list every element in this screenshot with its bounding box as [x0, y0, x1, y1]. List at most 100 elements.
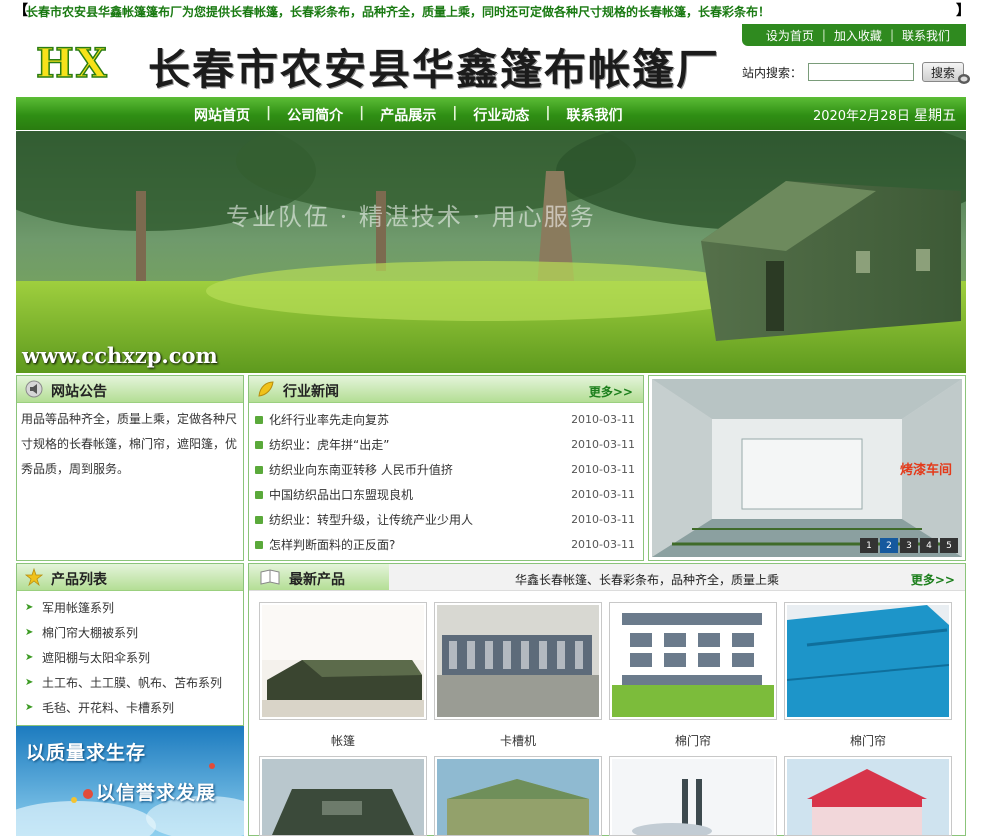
product-list-header: 产品列表 [17, 564, 243, 591]
product-thumb[interactable] [434, 756, 602, 836]
product-category-label[interactable]: 军用帐篷系列 [42, 599, 114, 616]
product-image-green-tent [437, 759, 599, 835]
arrow-bullet-icon: ➤ [25, 652, 34, 663]
news-item-date: 2010-03-11 [571, 463, 635, 476]
product-thumb[interactable] [609, 756, 777, 836]
nav-about[interactable]: 公司简介 [287, 105, 343, 125]
product-category-item[interactable]: ➤ 遮阳棚与太阳伞系列 [25, 645, 243, 670]
latest-products-tagline: 华鑫长春帐篷、长春彩条布，品种齐全，质量上乘 [515, 573, 780, 587]
product-category-item[interactable]: ➤ 棉门帘大棚被系列 [25, 620, 243, 645]
slogan-ad[interactable]: 以质量求生存 以信誉求发展 [16, 726, 244, 836]
leaf-icon [258, 381, 274, 397]
product-caption[interactable]: 卡槽机 [434, 732, 602, 749]
slider-dot-1[interactable]: 1 [860, 538, 878, 553]
news-more-link[interactable]: 更多>> [589, 383, 633, 400]
banner-scene [16, 131, 966, 373]
showcase-image[interactable]: 烤漆车间 1 2 3 4 5 [652, 379, 962, 557]
product-image-red-canopy [787, 759, 949, 835]
top-marquee-bar: 【 长春市农安县华鑫帐篷篷布厂为您提供长春帐篷，长春彩条布，品种齐全，质量上乘，… [0, 0, 993, 20]
date-text: 2020年2月28日 [812, 109, 910, 124]
product-category-item[interactable]: ➤ 军用帐篷系列 [25, 595, 243, 620]
banner-slogan: 专业队伍 · 精湛技术 · 用心服务 [226, 203, 596, 231]
news-item-title[interactable]: 纺织业向东南亚转移 人民币升值挤 [269, 461, 453, 478]
marquee-text[interactable]: 长春市农安县华鑫帐篷篷布厂为您提供长春帐篷，长春彩条布，品种齐全，质量上乘，同时… [26, 3, 770, 20]
product-thumb[interactable] [259, 756, 427, 836]
bullet-icon [255, 515, 263, 524]
news-item[interactable]: 纺织业：虎年拼“出走” 2010-03-11 [255, 432, 643, 457]
bullet-icon [255, 490, 263, 499]
showcase-slider: 烤漆车间 1 2 3 4 5 [648, 375, 966, 561]
product-thumb[interactable] [434, 602, 602, 720]
news-item-title[interactable]: 中国纺织品出口东盟现良机 [269, 486, 413, 503]
nav-items: 网站首页 | 公司简介 | 产品展示 | 行业动态 | 联系我们 [194, 105, 623, 125]
latest-products-more-link[interactable]: 更多>> [911, 571, 955, 588]
latest-products-title: 最新产品 [289, 572, 345, 588]
nav-home[interactable]: 网站首页 [194, 105, 250, 125]
product-category-label[interactable]: 土工布、土工膜、帆布、苫布系列 [42, 674, 222, 691]
logo-hx[interactable]: HX [35, 39, 109, 88]
arrow-bullet-icon: ➤ [25, 602, 34, 613]
set-homepage-link[interactable]: 设为首页 [758, 27, 822, 44]
nav-industry[interactable]: 行业动态 [473, 105, 529, 125]
marquee-bracket-right: 】 [956, 3, 970, 19]
product-thumb[interactable] [259, 602, 427, 720]
news-header: 行业新闻 更多>> [249, 376, 643, 403]
product-list-panel: 产品列表 ➤ 军用帐篷系列 ➤ 棉门帘大棚被系列 ➤ 遮阳棚与太阳伞系列 ➤ 土工布、土… [16, 563, 244, 726]
latest-products-panel: 最新产品 华鑫长春帐篷、长春彩条布，品种齐全，质量上乘 更多>> 帐篷 卡槽机 … [248, 563, 966, 836]
product-category-label[interactable]: 棉门帘大棚被系列 [42, 624, 138, 641]
ad-line-2: 以信誉求发展 [96, 782, 217, 804]
product-image-slot-machine [437, 605, 599, 717]
news-item[interactable]: 纺织业：转型升级，让传统产业少用人 2010-03-11 [255, 507, 643, 532]
banner-url: www.cchxzp.com [22, 343, 218, 368]
product-caption[interactable]: 棉门帘 [609, 732, 777, 749]
nav-contact[interactable]: 联系我们 [567, 105, 623, 125]
news-item-title[interactable]: 纺织业：虎年拼“出走” [269, 436, 389, 453]
news-item-title[interactable]: 纺织业：转型升级，让传统产业少用人 [269, 511, 473, 528]
nav-products[interactable]: 产品展示 [380, 105, 436, 125]
news-item-date: 2010-03-11 [571, 538, 635, 551]
slider-dot-3[interactable]: 3 [900, 538, 918, 553]
speaker-icon [25, 380, 43, 398]
news-panel: 行业新闻 更多>> 化纤行业率先走向复苏 2010-03-11 纺织业：虎年拼“出… [248, 375, 644, 561]
slider-dot-5[interactable]: 5 [940, 538, 958, 553]
news-item[interactable]: 中国纺织品出口东盟现良机 2010-03-11 [255, 482, 643, 507]
slider-dot-4[interactable]: 4 [920, 538, 938, 553]
product-image-tent [262, 605, 424, 717]
news-title: 行业新闻 [283, 384, 339, 400]
product-category-item[interactable]: ➤ 土工布、土工膜、帆布、苫布系列 [25, 670, 243, 695]
weekday-text: 星期五 [914, 108, 956, 124]
product-category-item[interactable]: ➤ 毛毡、开花料、卡槽系列 [25, 695, 243, 720]
news-item-date: 2010-03-11 [571, 438, 635, 451]
news-item-title[interactable]: 怎样判断面料的正反面? [269, 536, 395, 553]
product-thumb[interactable] [784, 602, 952, 720]
search-input[interactable] [808, 63, 914, 81]
nav-separator: | [452, 105, 458, 121]
slider-dot-2[interactable]: 2 [880, 538, 898, 553]
news-item-date: 2010-03-11 [571, 413, 635, 426]
product-caption[interactable]: 棉门帘 [784, 732, 952, 749]
contact-us-link[interactable]: 联系我们 [894, 27, 958, 44]
news-item-title[interactable]: 化纤行业率先走向复苏 [269, 411, 389, 428]
notice-header: 网站公告 [17, 376, 243, 403]
product-list-title: 产品列表 [51, 572, 107, 588]
search-button[interactable]: 搜索 [922, 62, 970, 84]
news-item[interactable]: 怎样判断面料的正反面? 2010-03-11 [255, 532, 643, 557]
showcase-label: 烤漆车间 [899, 463, 952, 478]
hero-banner: 专业队伍 · 精湛技术 · 用心服务 www.cchxzp.com [16, 131, 966, 373]
notice-panel: 网站公告 用品等品种齐全，质量上乘，定做各种尺寸规格的长春帐篷，棉门帘，遮阳篷，… [16, 375, 244, 561]
product-category-label[interactable]: 遮阳棚与太阳伞系列 [42, 649, 150, 666]
bullet-icon [255, 415, 263, 424]
site-search: 站内搜索： 搜索 [742, 62, 970, 84]
product-image-parts [612, 605, 774, 717]
top-links: 设为首页 | 加入收藏 | 联系我们 [742, 24, 966, 46]
book-icon [260, 569, 280, 585]
product-category-label[interactable]: 毛毡、开花料、卡槽系列 [42, 699, 174, 716]
product-caption[interactable]: 帐篷 [259, 732, 427, 749]
news-item[interactable]: 纺织业向东南亚转移 人民币升值挤 2010-03-11 [255, 457, 643, 482]
product-thumb[interactable] [784, 756, 952, 836]
add-favorite-link[interactable]: 加入收藏 [826, 27, 890, 44]
notice-text: 用品等品种齐全，质量上乘，定做各种尺寸规格的长春帐篷，棉门帘，遮阳篷，优秀品质，… [21, 412, 238, 476]
product-thumb[interactable] [609, 602, 777, 720]
news-item[interactable]: 化纤行业率先走向复苏 2010-03-11 [255, 407, 643, 432]
product-image-blue-cloth [787, 605, 949, 717]
